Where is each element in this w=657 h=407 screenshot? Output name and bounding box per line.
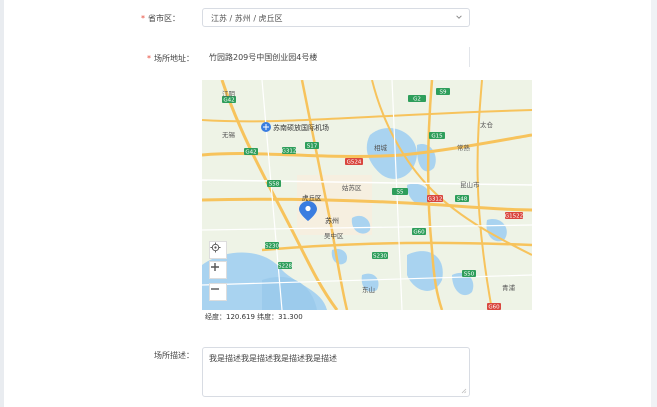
road-badge: G312 <box>282 149 297 155</box>
place-label: 昆山市 <box>460 180 480 189</box>
place-label: 太仓 <box>480 120 494 129</box>
place-label: 东山 <box>362 285 375 294</box>
place-label: 苏州 <box>325 216 339 225</box>
place-label: 无锡 <box>222 130 236 139</box>
airport-label: 苏南硕放国际机场 <box>273 123 329 132</box>
plus-icon <box>211 263 219 271</box>
place-label: 相城 <box>374 143 388 152</box>
road-badge: S230 <box>265 244 279 250</box>
place-label: 江阴 <box>222 89 235 98</box>
place-label: 吴中区 <box>324 231 344 240</box>
road-badge: G312 <box>428 197 443 203</box>
place-label: 虎丘区 <box>302 193 322 202</box>
address-label: * 场所地址： <box>124 53 194 64</box>
locate-icon[interactable] <box>209 241 227 259</box>
description-textarea[interactable]: 我是描述我是描述我是描述我是描述 <box>202 347 470 397</box>
road-badge: G2 <box>413 97 421 103</box>
road-badge: S58 <box>269 182 280 188</box>
road-badge: S17 <box>307 144 318 150</box>
description-label: 场所描述： <box>154 351 194 360</box>
road-badge: G42 <box>223 98 234 104</box>
chevron-down-icon <box>456 15 462 19</box>
right-scrollbar[interactable] <box>651 0 657 407</box>
place-label: 青浦 <box>502 283 516 292</box>
required-mark: * <box>141 14 145 23</box>
location-map[interactable]: G2 S9 G42 G524 S17 G42 G312 S58 S5 G15 G… <box>202 80 532 310</box>
road-badge: G524 <box>347 160 362 166</box>
region-label: * 省市区： <box>110 13 180 24</box>
coordinates-readout: 经度：120.619 纬度：31.300 <box>205 313 303 321</box>
left-panel-edge <box>0 0 4 407</box>
map-canvas: G2 S9 G42 G524 S17 G42 G312 S58 S5 G15 G… <box>202 80 532 310</box>
road-badge: S9 <box>440 90 447 96</box>
road-badge: S48 <box>457 197 468 203</box>
resize-handle-icon[interactable] <box>461 388 467 394</box>
minus-icon <box>211 288 219 290</box>
road-badge: G60 <box>488 305 500 311</box>
zoom-in-button[interactable] <box>209 261 227 279</box>
description-value: 我是描述我是描述我是描述我是描述 <box>209 354 337 363</box>
road-badge: G42 <box>245 150 256 156</box>
road-badge: S230 <box>373 254 387 260</box>
road-badge: S50 <box>464 272 475 278</box>
road-badge: G15 <box>431 134 443 140</box>
road-badge: G60 <box>413 230 425 236</box>
place-label: 姑苏区 <box>342 183 362 192</box>
region-select[interactable]: 江苏 / 苏州 / 虎丘区 <box>202 8 470 27</box>
road-badge: S5 <box>397 190 404 196</box>
address-input[interactable]: 竹园路209号中国创业园4号楼 <box>202 47 470 67</box>
region-select-value: 江苏 / 苏州 / 虎丘区 <box>211 14 283 23</box>
zoom-out-button[interactable] <box>209 283 227 301</box>
required-mark: * <box>147 54 151 63</box>
address-label-text: 场所地址： <box>154 54 194 63</box>
road-badge: S228 <box>278 264 292 270</box>
region-label-text: 省市区： <box>148 14 180 23</box>
road-badge: G1522 <box>505 214 523 220</box>
place-label: 常熟 <box>457 143 471 152</box>
address-value: 竹园路209号中国创业园4号楼 <box>209 53 318 62</box>
